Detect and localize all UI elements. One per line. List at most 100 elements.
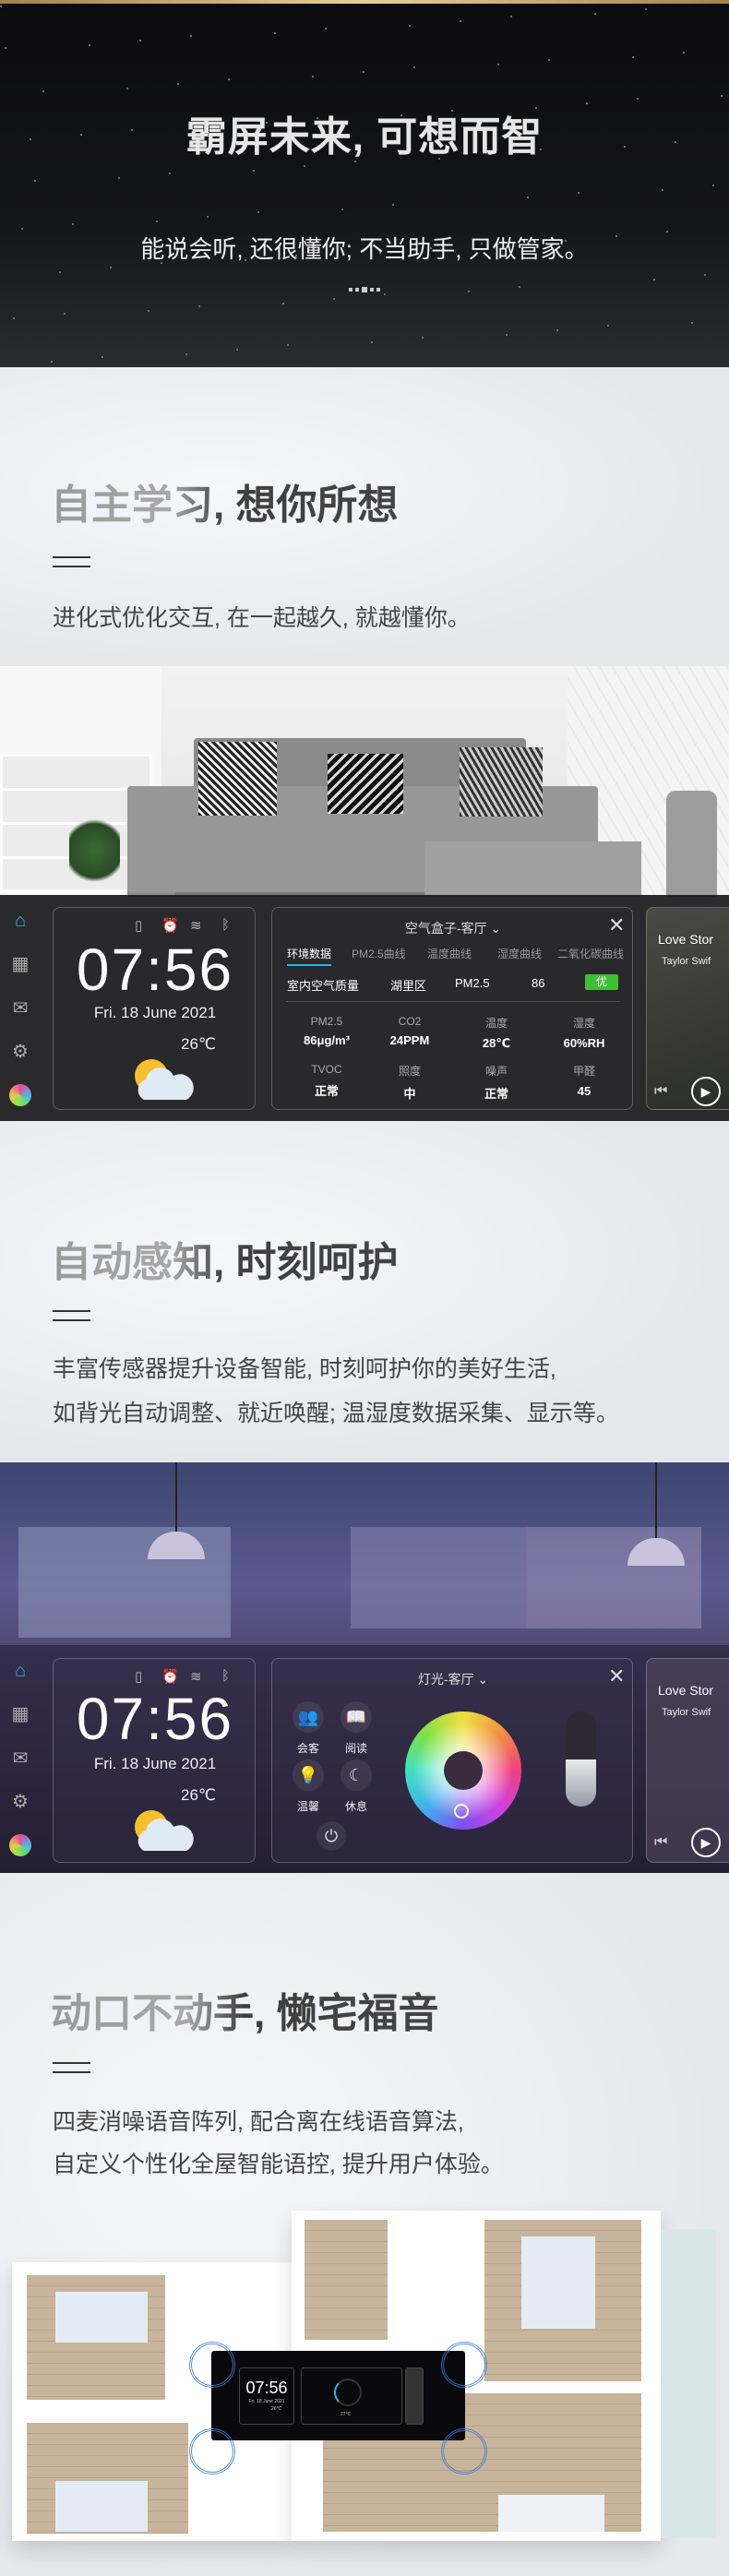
star bbox=[287, 344, 289, 346]
apps-icon[interactable]: ▦ bbox=[9, 953, 31, 975]
clock-time: 07:56 bbox=[76, 936, 234, 1003]
star bbox=[312, 76, 314, 78]
star bbox=[110, 267, 112, 268]
star bbox=[468, 291, 470, 292]
section-sensing: 自动感知, 时刻呵护 丰富传感器提升设备智能, 时刻呵护你的美好生活, 如背光自… bbox=[0, 1121, 729, 1462]
star bbox=[333, 298, 335, 300]
hero-subtitle: 能说会听, 还很懂你; 不当助手, 只做管家。 bbox=[140, 235, 589, 263]
home-icon[interactable]: ⌂ bbox=[9, 1660, 31, 1682]
star bbox=[384, 293, 386, 295]
close-icon[interactable]: ✕ bbox=[608, 913, 625, 937]
air-quality-panel: 空气盒子-客厅 ⌄ ✕ 环境数据 PM2.5曲线 温度曲线 湿度曲线 二氧化碳曲… bbox=[271, 907, 633, 1110]
play-button[interactable]: ▶ bbox=[691, 1077, 721, 1106]
star bbox=[422, 337, 424, 339]
star bbox=[102, 356, 103, 358]
section-title: 自动感知, 时刻呵护 bbox=[51, 1229, 398, 1288]
scene-rest[interactable]: ☾ 休息 bbox=[338, 1759, 375, 1814]
scene-reading[interactable]: 📖 阅读 bbox=[338, 1701, 375, 1756]
previous-track-icon[interactable]: ⏮ bbox=[654, 1083, 667, 1100]
color-wheel-center bbox=[444, 1751, 483, 1790]
star bbox=[282, 303, 284, 304]
district: 湖里区 bbox=[390, 979, 427, 993]
settings-icon[interactable]: ⚙ bbox=[9, 1041, 31, 1063]
weather-temperature: 26℃ bbox=[181, 1035, 217, 1053]
dash-line bbox=[53, 2062, 90, 2064]
star bbox=[236, 349, 238, 351]
dash-line bbox=[53, 1319, 90, 1321]
music-card: Love Stor Taylor Swif ⏮ ▶ bbox=[646, 907, 729, 1110]
star bbox=[304, 165, 305, 167]
star bbox=[371, 341, 373, 343]
star bbox=[274, 32, 276, 34]
close-icon[interactable]: ✕ bbox=[608, 1664, 625, 1688]
section-text: 自定义个性化全屋智能语控, 提升用户体验。 bbox=[53, 2152, 504, 2177]
star bbox=[392, 204, 394, 206]
bulb-icon: 💡 bbox=[293, 1759, 324, 1791]
settings-icon[interactable]: ⚙ bbox=[9, 1791, 31, 1813]
star bbox=[594, 13, 596, 15]
message-icon[interactable]: ✉ bbox=[9, 997, 31, 1020]
star bbox=[51, 361, 53, 363]
tab-environment[interactable]: 环境数据 bbox=[287, 946, 332, 966]
tab-humidity-curve[interactable]: 湿度曲线 bbox=[497, 946, 542, 961]
section-title: 自主学习, 想你所想 bbox=[51, 471, 398, 531]
star bbox=[556, 329, 558, 331]
home-icon[interactable]: ⌂ bbox=[9, 910, 31, 932]
star bbox=[198, 305, 200, 307]
song-artist: Taylor Swif bbox=[662, 956, 711, 967]
voice-assistant-icon[interactable] bbox=[9, 1084, 31, 1106]
star bbox=[257, 211, 259, 213]
partly-cloudy-icon bbox=[135, 1059, 194, 1100]
tab-co2-curve[interactable]: 二氧化碳曲线 bbox=[557, 946, 624, 961]
partly-cloudy-icon bbox=[135, 1810, 194, 1851]
bluetooth-icon: ᛒ bbox=[221, 1668, 231, 1684]
star bbox=[148, 310, 149, 312]
star bbox=[0, 6, 2, 7]
device-selector[interactable]: 灯光-客厅 ⌄ bbox=[272, 1670, 632, 1688]
reading-pm25: PM2.5 86μg/m³ bbox=[304, 1015, 350, 1047]
tab-temperature-curve[interactable]: 温度曲线 bbox=[427, 946, 472, 961]
star bbox=[691, 322, 693, 324]
device-selector[interactable]: 空气盒子-客厅 ⌄ bbox=[272, 919, 632, 937]
power-button[interactable]: ⏻ bbox=[317, 1821, 346, 1851]
apps-icon[interactable]: ▦ bbox=[9, 1703, 31, 1725]
star bbox=[139, 40, 141, 42]
star bbox=[118, 177, 120, 179]
tab-pm25-curve[interactable]: PM2.5曲线 bbox=[352, 946, 406, 961]
dash-line bbox=[53, 1310, 90, 1312]
star bbox=[683, 52, 685, 54]
grade-badge: 优 bbox=[585, 974, 618, 990]
phone-icon: ▯ bbox=[135, 1669, 143, 1685]
clock-card: ▯ ⏰ ≋ ᛒ 07:56 Fri. 18 June 2021 26℃ bbox=[53, 1658, 256, 1863]
mini-temperature: 26℃ bbox=[271, 2406, 282, 2412]
scene-cozy[interactable]: 💡 温馨 bbox=[290, 1759, 327, 1814]
star bbox=[548, 59, 550, 61]
reading-illuminance: 照度中 bbox=[398, 1065, 421, 1101]
star bbox=[409, 25, 411, 27]
voice-assistant-icon[interactable] bbox=[9, 1834, 31, 1856]
star bbox=[64, 313, 66, 315]
star bbox=[207, 216, 209, 218]
star bbox=[460, 20, 461, 22]
star bbox=[662, 189, 663, 191]
microphone-wave-icon bbox=[441, 2428, 487, 2475]
previous-track-icon[interactable]: ⏮ bbox=[654, 1834, 667, 1851]
dash-line bbox=[53, 566, 90, 567]
star bbox=[527, 197, 529, 198]
star bbox=[645, 8, 647, 10]
star bbox=[413, 66, 415, 68]
reading-formaldehyde: 甲醛 45 bbox=[572, 1065, 595, 1098]
brightness-slider[interactable] bbox=[566, 1711, 596, 1807]
section-text: 丰富传感器提升设备智能, 时刻呵护你的美好生活, bbox=[53, 1356, 556, 1382]
play-button[interactable]: ▶ bbox=[691, 1828, 721, 1857]
message-icon[interactable]: ✉ bbox=[9, 1747, 31, 1770]
color-wheel[interactable] bbox=[405, 1711, 521, 1830]
star bbox=[21, 228, 23, 230]
color-picker-handle[interactable] bbox=[454, 1804, 469, 1819]
divider bbox=[286, 1001, 620, 1002]
star bbox=[72, 223, 74, 225]
star bbox=[34, 180, 36, 182]
guests-icon: 👥 bbox=[293, 1701, 324, 1733]
star bbox=[190, 35, 192, 37]
scene-guests[interactable]: 👥 会客 bbox=[290, 1701, 327, 1756]
